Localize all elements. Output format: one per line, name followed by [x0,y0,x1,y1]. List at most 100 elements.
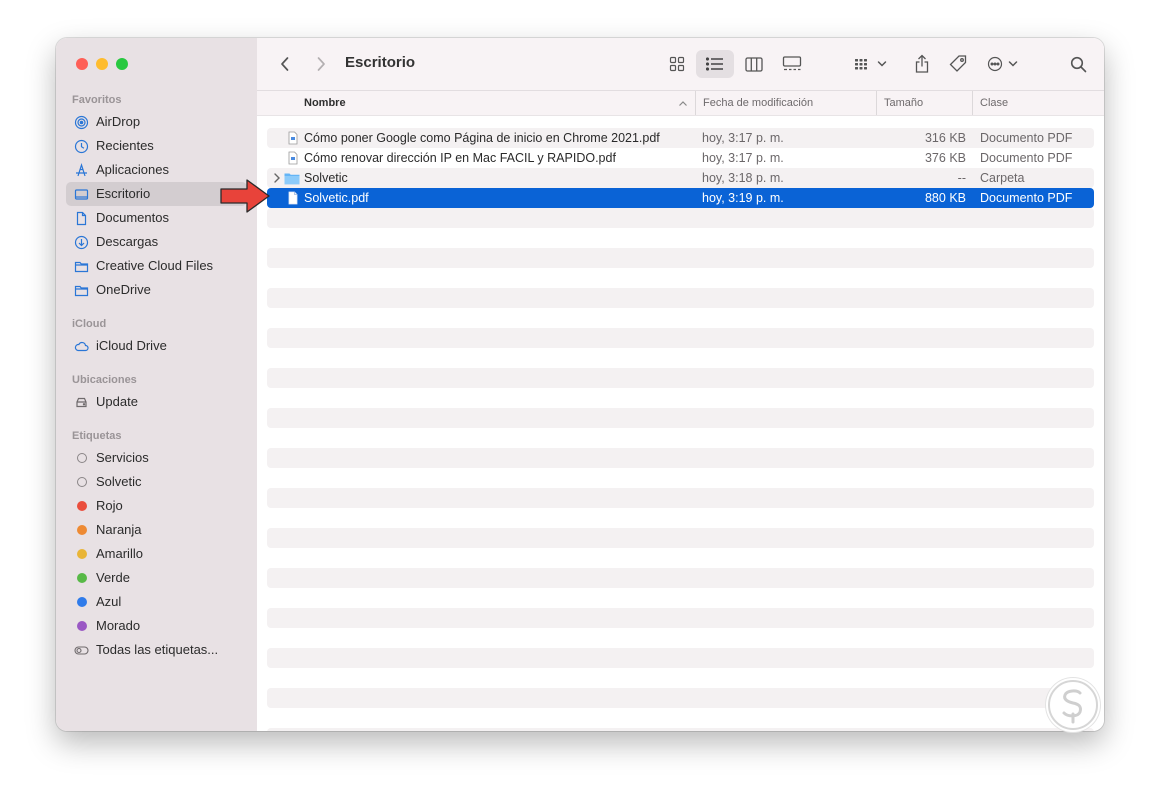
column-header-bar: Nombre Fecha de modificación Tamaño Clas… [257,91,1104,116]
empty-row [267,388,1094,408]
empty-row [267,608,1094,628]
sidebar-item-recientes[interactable]: Recientes [66,134,247,158]
sidebar-item-icloud-drive[interactable]: iCloud Drive [66,334,247,358]
all-tags-icon [74,643,89,658]
chevron-left-icon [281,57,289,71]
tag-orange-dot-icon [74,523,89,538]
file-size: 880 KB [924,191,966,205]
pdf-file-icon [288,151,298,165]
action-menu-button[interactable] [982,50,1022,78]
chevron-right-icon [317,57,325,71]
ellipsis-circle-icon [987,56,1002,72]
file-size: -- [957,171,966,185]
column-header-name[interactable]: Nombre [304,91,687,115]
empty-row [267,368,1094,388]
search-button[interactable] [1065,50,1091,78]
column-header-date[interactable]: Fecha de modificación [695,91,873,115]
section-heading: Favoritos [72,94,122,106]
sidebar-item-label: Naranja [96,522,142,537]
sidebar-item-label: Aplicaciones [96,162,169,177]
file-kind: Documento PDF [980,191,1073,205]
tag-icon [949,55,967,72]
airdrop-icon [74,115,89,130]
column-view-button[interactable] [736,50,772,78]
sidebar-item-descargas[interactable]: Descargas [66,230,247,254]
sidebar-item-label: Update [96,394,138,409]
empty-row [267,708,1094,728]
icon-view-button[interactable] [660,50,694,78]
empty-row [267,548,1094,568]
file-kind: Documento PDF [980,151,1073,165]
disclosure-triangle-icon[interactable] [272,171,282,185]
sidebar-item-label: Recientes [96,138,154,153]
gallery-view-button[interactable] [774,50,810,78]
empty-row [267,288,1094,308]
sidebar-item-label: Escritorio [96,186,151,201]
window-controls [76,58,128,70]
share-button[interactable] [907,50,937,78]
empty-row [267,568,1094,588]
gallery-view-icon [782,56,802,71]
file-list: Cómo poner Google como Página de inicio … [267,128,1094,731]
sidebar-item-tag-solvetic[interactable]: Solvetic [66,470,247,494]
sidebar-item-tag-verde[interactable]: Verde [66,566,247,590]
locations-section: Ubicaciones Update [56,370,257,414]
back-button[interactable] [273,50,297,78]
zoom-button[interactable] [116,58,128,70]
section-heading: iCloud [72,318,107,330]
minimize-button[interactable] [96,58,108,70]
tag-blue-dot-icon [74,595,89,610]
file-kind: Carpeta [980,171,1025,185]
sidebar-item-tag-morado[interactable]: Morado [66,614,247,638]
group-by-button[interactable] [852,50,890,78]
sidebar-item-label: OneDrive [96,282,151,297]
tags-button[interactable] [943,50,973,78]
icloud-section: iCloud iCloud Drive [56,314,257,358]
file-row[interactable]: Cómo renovar dirección IP en Mac FACIL y… [267,148,1094,168]
sidebar-item-label: Creative Cloud Files [96,258,214,273]
column-header-label: Nombre [304,97,346,109]
sidebar-item-onedrive[interactable]: OneDrive [66,278,247,302]
file-row[interactable]: Cómo poner Google como Página de inicio … [267,128,1094,148]
sidebar-item-label: Solvetic [96,474,142,489]
file-row[interactable]: Solvetic hoy, 3:18 p. m. -- Carpeta [267,168,1094,188]
sidebar: Favoritos AirDrop Recientes Aplicaciones [56,38,257,731]
column-header-size[interactable]: Tamaño [876,91,972,115]
chevron-down-icon [1008,61,1017,67]
forward-button[interactable] [309,50,333,78]
close-button[interactable] [76,58,88,70]
sidebar-item-tag-amarillo[interactable]: Amarillo [66,542,247,566]
file-kind: Documento PDF [980,131,1073,145]
file-date: hoy, 3:18 p. m. [702,171,784,185]
column-header-kind[interactable]: Clase [972,91,1100,115]
tag-hollow-dot-icon [74,451,89,466]
cloud-icon [74,339,89,354]
sidebar-item-tag-servicios[interactable]: Servicios [66,446,247,470]
file-date: hoy, 3:17 p. m. [702,151,784,165]
sidebar-item-label: Servicios [96,450,149,465]
empty-row [267,628,1094,648]
list-view-button[interactable] [696,50,734,78]
tag-purple-dot-icon [74,619,89,634]
sidebar-item-update[interactable]: Update [66,390,247,414]
section-heading: Etiquetas [72,430,122,442]
file-size: 376 KB [924,151,966,165]
icon-view-icon [669,56,685,72]
share-icon [915,54,929,73]
file-row-selected[interactable]: Solvetic.pdf hoy, 3:19 p. m. 880 KB Docu… [267,188,1094,208]
folder-icon [74,283,89,298]
pdf-file-icon [288,191,298,205]
sidebar-item-tag-azul[interactable]: Azul [66,590,247,614]
sidebar-item-tag-rojo[interactable]: Rojo [66,494,247,518]
sidebar-item-all-tags[interactable]: Todas las etiquetas... [66,638,247,662]
sidebar-item-label: Verde [96,570,130,585]
sidebar-item-creative-cloud-files[interactable]: Creative Cloud Files [66,254,247,278]
folder-icon [74,259,89,274]
sidebar-item-airdrop[interactable]: AirDrop [66,110,247,134]
sidebar-item-tag-naranja[interactable]: Naranja [66,518,247,542]
empty-row [267,408,1094,428]
sidebar-item-label: Rojo [96,498,123,513]
tag-yellow-dot-icon [74,547,89,562]
empty-row [267,428,1094,448]
toolbar: Escritorio [257,38,1104,91]
